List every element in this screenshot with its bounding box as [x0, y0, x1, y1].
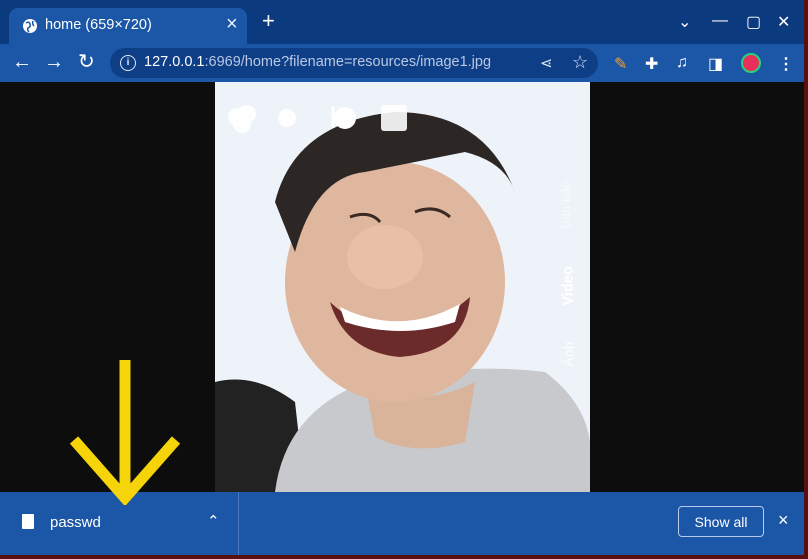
extensions-icon[interactable]: ✚ — [645, 54, 658, 74]
window-close-button[interactable]: ✕ — [777, 12, 790, 32]
tab-home[interactable]: home (659×720) × — [9, 8, 247, 44]
tab-search-icon[interactable]: ⌄ — [678, 12, 691, 32]
address-bar[interactable]: i 127.0.0.1:6969/home?filename=resources… — [110, 48, 598, 78]
photo-drawing — [215, 82, 590, 492]
back-icon[interactable]: ← — [12, 51, 32, 73]
reload-icon[interactable]: ↻ — [78, 51, 95, 73]
playlist-icon[interactable]: ♫ — [676, 54, 688, 72]
mode-video[interactable]: Video — [561, 266, 577, 305]
chevron-up-icon[interactable]: ⌃ — [207, 512, 220, 530]
forward-icon[interactable]: → — [44, 51, 64, 73]
star-icon[interactable]: ☆ — [572, 52, 588, 73]
tab-close-icon[interactable]: × — [226, 14, 238, 34]
file-icon — [22, 514, 34, 529]
profile-icon[interactable] — [741, 53, 761, 73]
title-bar: home (659×720) × + ⌄ — ▢ ✕ — [0, 0, 804, 44]
photo-image: Văn bản Video Ảnh — [215, 82, 590, 492]
arrow-annotation — [70, 360, 180, 505]
info-icon[interactable]: i — [120, 55, 136, 71]
tab-title: home (659×720) — [45, 17, 152, 33]
mode-van-ban[interactable]: Văn bản — [559, 180, 574, 228]
url-text[interactable]: 127.0.0.1:6969/home?filename=resources/i… — [144, 54, 491, 70]
filter-icon[interactable] — [278, 109, 296, 127]
globe-icon — [23, 19, 37, 33]
show-all-button[interactable]: Show all — [678, 506, 764, 537]
pen-icon[interactable]: ✎ — [614, 54, 627, 74]
sidepanel-icon[interactable]: ◨ — [708, 54, 723, 74]
new-tab-button[interactable]: + — [262, 10, 275, 32]
menu-icon[interactable]: ⋮ — [778, 54, 794, 74]
maximize-button[interactable]: ▢ — [746, 12, 761, 32]
share-icon[interactable]: ⋖ — [540, 54, 553, 72]
minimize-button[interactable]: — — [712, 12, 728, 30]
browser-window: home (659×720) × + ⌄ — ▢ ✕ ← → ↻ i 127.0… — [0, 0, 807, 558]
toolbar: ← → ↻ i 127.0.0.1:6969/home?filename=res… — [0, 44, 804, 82]
layout-icon[interactable] — [381, 105, 407, 131]
close-icon[interactable]: × — [778, 510, 789, 531]
mode-anh[interactable]: Ảnh — [560, 342, 576, 367]
download-file-name[interactable]: passwd — [50, 514, 101, 531]
